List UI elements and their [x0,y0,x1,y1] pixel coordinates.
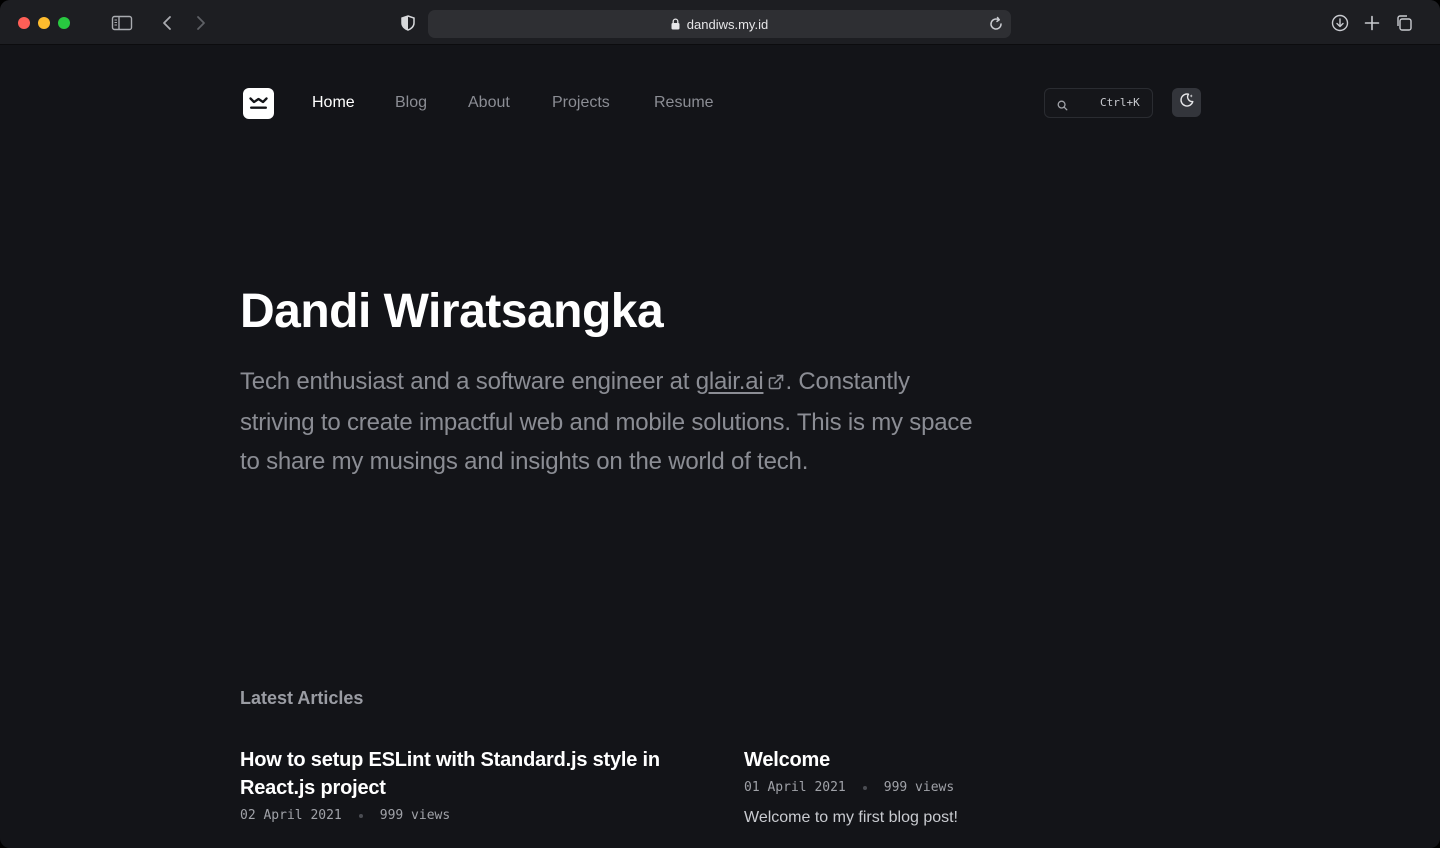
article-views: 999 views [883,780,955,795]
back-icon[interactable] [157,12,179,34]
privacy-shield-icon[interactable] [397,12,419,34]
article-title[interactable]: How to setup ESLint with Standard.js sty… [240,746,680,802]
nav-resume-link[interactable]: Resume [654,94,714,112]
site-nav: Home Blog About Projects Resume Ctrl+K [240,88,1201,120]
minimize-window-button[interactable] [38,17,50,29]
tab-overview-icon[interactable] [1393,12,1415,34]
search-icon [1057,98,1068,116]
search-button[interactable]: Ctrl+K [1044,88,1153,118]
sidebar-toggle-icon[interactable] [111,12,133,34]
downloads-icon[interactable] [1329,12,1351,34]
hero-name: Dandi Wiratsangka [240,285,664,338]
latest-articles-heading: Latest Articles [240,688,364,708]
glair-ai-link[interactable]: glair.ai [696,368,764,395]
meta-separator [358,813,363,818]
forward-icon[interactable] [189,12,211,34]
article-views: 999 views [379,808,451,823]
hero-description: Tech enthusiast and a software engineer … [240,362,980,481]
address-bar[interactable]: dandiws.my.id [428,10,1011,38]
nav-about-link[interactable]: About [468,94,510,112]
web-page: Home Blog About Projects Resume Ctrl+K D… [0,46,1440,848]
browser-toolbar: dandiws.my.id [0,0,1440,45]
article-meta: 02 April 2021 999 views [240,808,680,823]
url-text: dandiws.my.id [686,16,769,32]
article-meta: 01 April 2021 999 views [744,780,1184,795]
new-tab-icon[interactable] [1361,12,1383,34]
nav-projects-link[interactable]: Projects [552,94,610,112]
article-excerpt: Welcome to my first blog post! [744,809,958,826]
browser-window: dandiws.my.id Home Blog About Projects R… [0,0,1440,848]
search-shortcut-hint: Ctrl+K [1100,96,1140,109]
zoom-window-button[interactable] [58,17,70,29]
article-card[interactable]: Welcome 01 April 2021 999 views Welcome … [744,746,1184,827]
article-card[interactable]: How to setup ESLint with Standard.js sty… [240,746,680,823]
nav-home-link[interactable]: Home [312,94,355,112]
lock-icon [671,18,680,30]
nav-blog-link[interactable]: Blog [395,94,427,112]
article-date: 02 April 2021 [240,808,342,823]
reload-icon[interactable] [987,15,1005,36]
site-logo[interactable] [243,88,274,119]
hero-desc-intro: Tech enthusiast and a software engineer … [240,368,696,395]
article-title[interactable]: Welcome [744,746,1184,774]
moon-icon [1179,92,1195,113]
theme-toggle-button[interactable] [1172,88,1201,117]
external-link-icon [767,364,785,403]
article-date: 01 April 2021 [744,780,846,795]
close-window-button[interactable] [18,17,30,29]
meta-separator [862,785,867,790]
